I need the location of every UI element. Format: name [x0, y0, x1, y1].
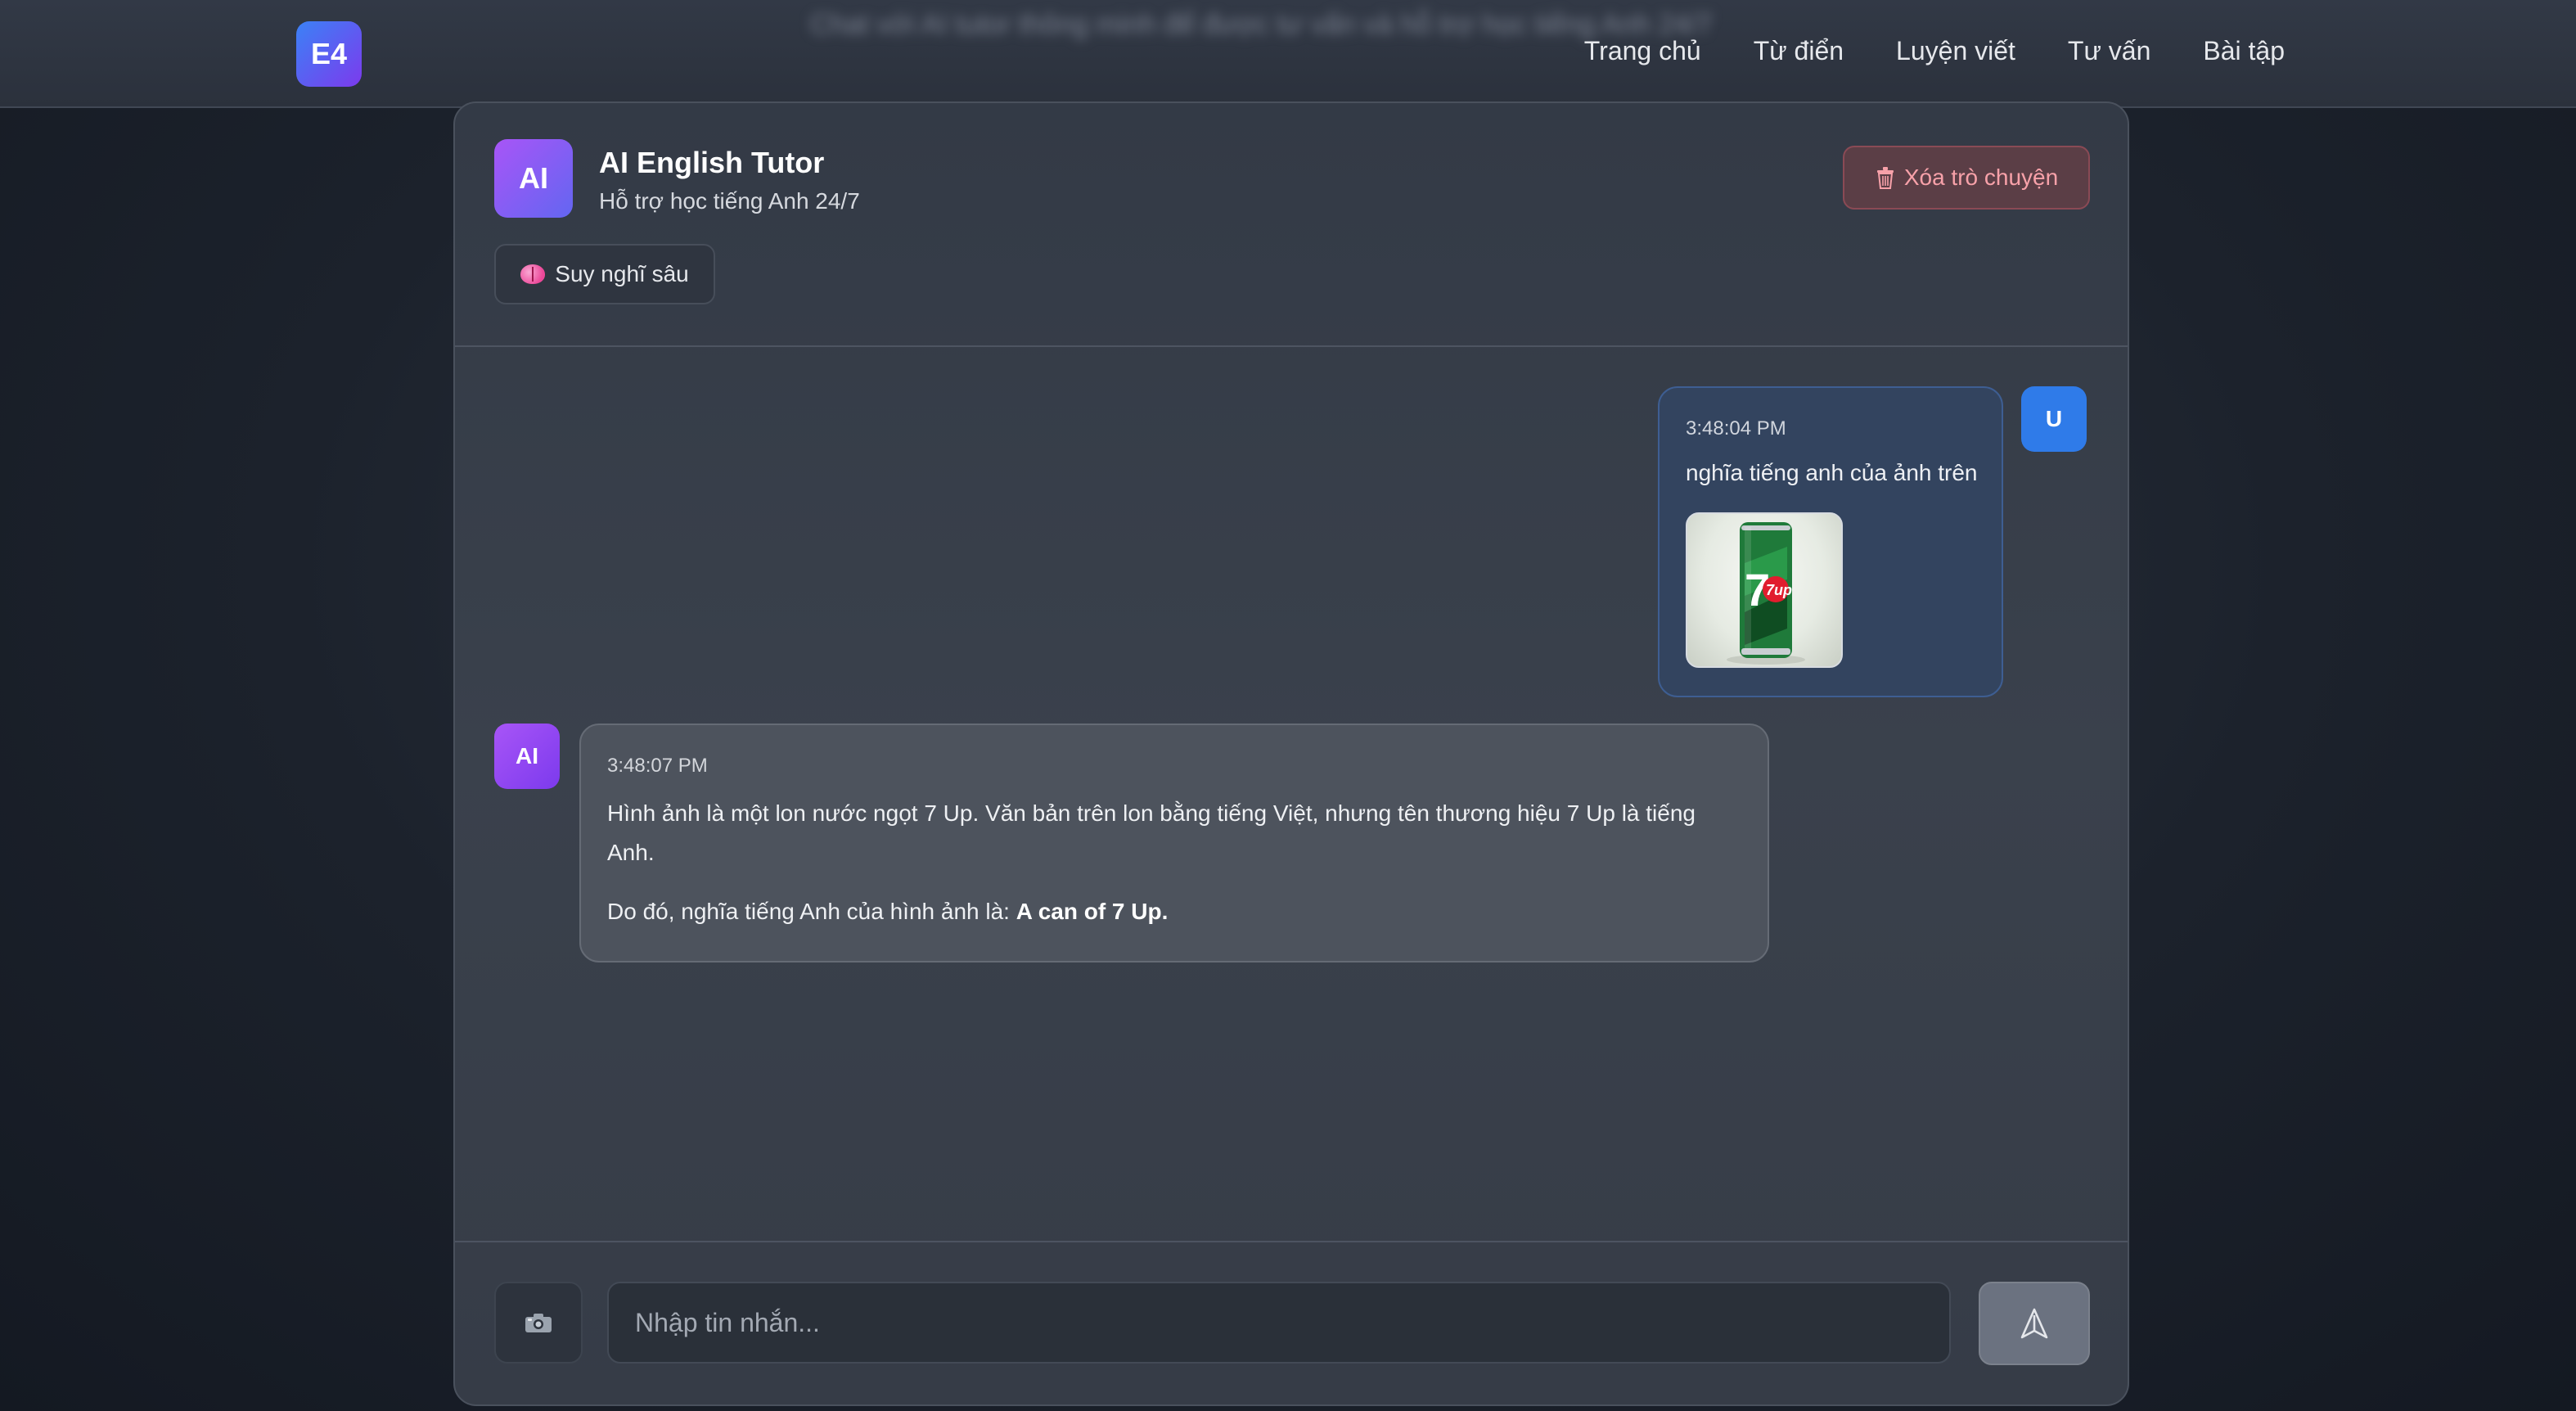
message-timestamp: 3:48:07 PM: [607, 755, 708, 777]
ai-message: 3:48:07 PM Hình ảnh là một lon nước ngọt…: [579, 724, 1769, 962]
send-icon: [2020, 1308, 2048, 1339]
message-paragraph: Hình ảnh là một lon nước ngọt 7 Up. Văn …: [607, 800, 1696, 865]
nav-item-exercises[interactable]: Bài tập: [2203, 36, 2285, 66]
top-navbar: Chat với AI tutor thông minh để được tư …: [0, 0, 2576, 108]
chat-title: AI English Tutor: [599, 146, 825, 179]
answer-highlight: A can of 7 Up.: [1016, 899, 1169, 924]
send-button[interactable]: [1979, 1282, 2090, 1365]
user-avatar: U: [2021, 386, 2087, 452]
camera-icon: [525, 1314, 552, 1332]
upload-image-button[interactable]: [494, 1282, 583, 1364]
chat-panel: AI AI English Tutor Hỗ trợ học tiếng Anh…: [453, 101, 2129, 1406]
message-text: nghĩa tiếng anh của ảnh trên: [1686, 460, 1978, 485]
composer-divider: [455, 1241, 2128, 1242]
user-message: 3:48:04 PM nghĩa tiếng anh của ảnh trên …: [1658, 386, 2003, 697]
chat-subtitle: Hỗ trợ học tiếng Anh 24/7: [599, 188, 860, 214]
ai-avatar: AI: [494, 724, 560, 789]
nav-item-dictionary[interactable]: Từ điển: [1754, 36, 1844, 66]
chat-header: AI AI English Tutor Hỗ trợ học tiếng Anh…: [455, 103, 2128, 347]
clear-chat-button[interactable]: Xóa trò chuyện: [1843, 146, 2090, 210]
message-input[interactable]: [607, 1282, 1951, 1364]
clear-chat-label: Xóa trò chuyện: [1903, 165, 2059, 190]
deep-think-toggle[interactable]: Suy nghĩ sâu: [494, 244, 715, 304]
message-paragraph: Do đó, nghĩa tiếng Anh của hình ảnh là: …: [607, 899, 1168, 925]
brain-icon: [520, 264, 546, 284]
answer-prefix: Do đó, nghĩa tiếng Anh của hình ảnh là:: [607, 899, 1016, 924]
message-timestamp: 3:48:04 PM: [1686, 417, 1786, 440]
main-nav: Trang chủ Từ điển Luyện viết Tư vấn Bài …: [1584, 36, 2285, 66]
trash-icon: [1876, 167, 1894, 189]
tutor-avatar: AI: [494, 139, 573, 218]
attached-image[interactable]: 7 7up: [1686, 512, 1843, 668]
soda-can-image: 7 7up: [1727, 522, 1805, 665]
nav-item-home[interactable]: Trang chủ: [1584, 36, 1701, 66]
can-brand-text: 7up: [1766, 582, 1792, 598]
nav-item-consult[interactable]: Tư vấn: [2068, 36, 2150, 66]
nav-item-writing[interactable]: Luyện viết: [1896, 36, 2015, 66]
app-logo[interactable]: E4: [296, 21, 362, 87]
deep-think-label: Suy nghĩ sâu: [555, 261, 689, 286]
